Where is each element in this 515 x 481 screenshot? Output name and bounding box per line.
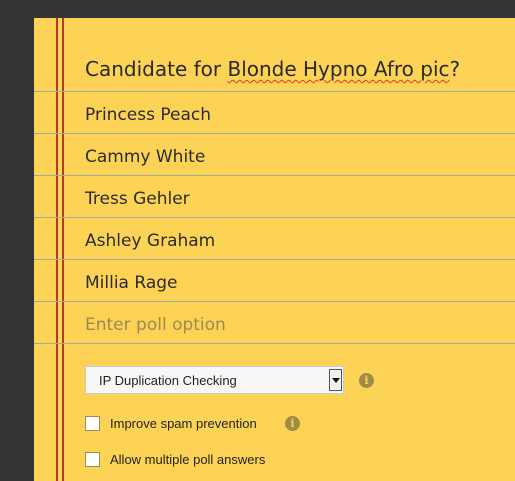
poll-option-row[interactable]: Ashley Graham <box>34 218 515 260</box>
question-mark: ? <box>449 57 461 81</box>
new-poll-option-row[interactable]: Enter poll option <box>34 302 515 344</box>
spam-prevention-checkbox[interactable] <box>85 416 100 431</box>
poll-question-row[interactable]: Candidate for Blonde Hypno Afro pic? <box>34 50 515 92</box>
poll-notepad: Candidate for Blonde Hypno Afro pic? Pri… <box>34 18 515 481</box>
info-icon[interactable]: i <box>359 373 374 388</box>
duplication-check-selected: IP Duplication Checking <box>99 373 237 388</box>
chevron-down-icon[interactable] <box>329 369 342 391</box>
poll-option-input[interactable]: Millia Rage <box>85 273 178 293</box>
poll-option-row[interactable]: Princess Peach <box>34 92 515 134</box>
new-poll-option-input[interactable]: Enter poll option <box>85 315 226 335</box>
multiple-answers-label[interactable]: Allow multiple poll answers <box>110 452 265 467</box>
poll-question-input[interactable]: Candidate for Blonde Hypno Afro pic? <box>85 57 460 81</box>
info-icon[interactable]: i <box>285 416 300 431</box>
poll-option-row[interactable]: Millia Rage <box>34 260 515 302</box>
poll-option-input[interactable]: Tress Gehler <box>85 189 190 209</box>
question-text: Candidate for <box>85 57 228 81</box>
spam-prevention-label[interactable]: Improve spam prevention <box>110 416 257 431</box>
question-spellcheck-text: Blonde Hypno Afro pic <box>227 57 450 81</box>
poll-option-input[interactable]: Cammy White <box>85 147 205 167</box>
poll-option-row[interactable]: Cammy White <box>34 134 515 176</box>
poll-option-input[interactable]: Ashley Graham <box>85 231 215 251</box>
multiple-answers-checkbox[interactable] <box>85 452 100 467</box>
poll-option-input[interactable]: Princess Peach <box>85 105 211 125</box>
duplication-check-select[interactable]: IP Duplication Checking <box>85 366 344 394</box>
poll-option-row[interactable]: Tress Gehler <box>34 176 515 218</box>
